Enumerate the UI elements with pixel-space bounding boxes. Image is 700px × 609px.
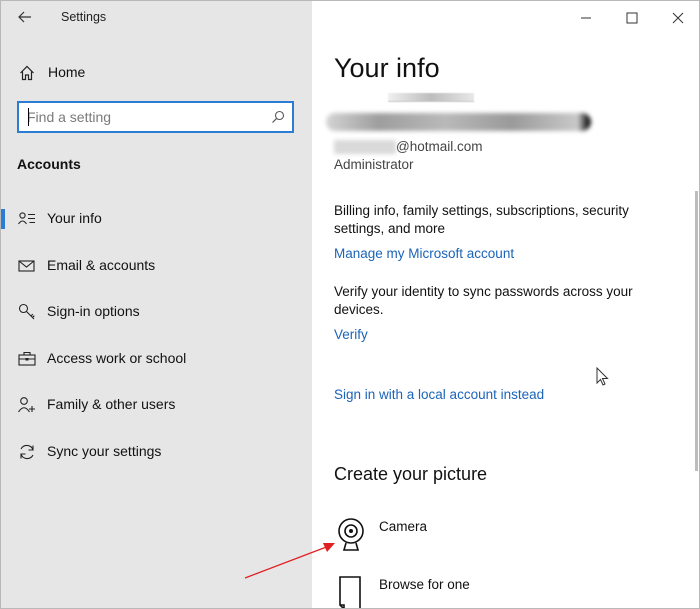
back-arrow-icon[interactable] [15,7,35,27]
redacted-watermark [388,93,474,102]
camera-icon [338,518,364,551]
sidebar-item-sign-in-options[interactable]: Sign-in options [1,294,312,330]
verify-description: Verify your identity to sync passwords a… [334,284,633,317]
close-button[interactable] [655,1,699,33]
accounts-heading: Accounts [17,156,81,172]
envelope-icon [17,256,37,276]
home-icon [20,65,34,81]
account-role: Administrator [334,157,414,172]
scrollbar-thumb[interactable] [695,191,698,471]
home-label: Home [48,64,86,80]
sidebar: Settings Home Accounts Your info Email &… [1,1,312,608]
sidebar-item-label: Sign-in options [47,303,140,319]
sidebar-item-label: Your info [47,210,102,226]
mouse-cursor-icon [596,367,609,386]
sidebar-item-label: Access work or school [47,350,187,366]
minimize-icon [581,17,591,19]
sidebar-item-label: Family & other users [47,396,176,412]
person-add-icon [17,395,37,415]
page-title: Your info [334,53,440,83]
redacted-email-user [334,140,396,154]
maximize-button[interactable] [609,1,655,33]
title-bar: Settings [1,1,312,33]
search-input[interactable] [27,107,259,127]
briefcase-icon [17,349,37,369]
camera-label: Camera [379,519,428,534]
local-account-link[interactable]: Sign in with a local account instead [334,387,544,402]
email-domain: @hotmail.com [396,139,483,154]
settings-window: Settings Home Accounts Your info Email &… [0,0,700,609]
file-browse-icon [339,576,361,608]
person-list-icon [17,209,37,229]
search-icon[interactable] [271,110,285,124]
manage-account-link[interactable]: Manage my Microsoft account [334,246,514,261]
sidebar-item-label: Sync your settings [47,443,162,459]
close-icon [672,12,684,24]
camera-option[interactable]: Camera [334,517,534,557]
sidebar-item-email-accounts[interactable]: Email & accounts [1,248,312,284]
app-title: Settings [61,10,107,24]
search-box[interactable] [17,101,294,133]
billing-description: Billing info, family settings, subscript… [334,203,629,236]
minimize-button[interactable] [563,1,609,33]
sidebar-item-your-info[interactable]: Your info [1,201,312,237]
sidebar-item-sync-settings[interactable]: Sync your settings [1,434,312,470]
browse-option[interactable]: Browse for one [334,575,534,608]
sync-icon [17,442,37,462]
sidebar-item-access-work-school[interactable]: Access work or school [1,341,312,377]
main-content: Your info @hotmail.com Administrator Bil… [312,1,699,608]
browse-label: Browse for one [379,577,470,592]
verify-link[interactable]: Verify [334,327,368,342]
key-icon [17,302,37,322]
sidebar-item-label: Email & accounts [47,257,156,273]
redacted-account-name [326,113,591,131]
create-picture-heading: Create your picture [334,464,488,484]
sidebar-item-family-other-users[interactable]: Family & other users [1,387,312,423]
home-nav-item[interactable]: Home [1,59,312,87]
text-caret [28,108,29,126]
maximize-icon [626,12,638,24]
